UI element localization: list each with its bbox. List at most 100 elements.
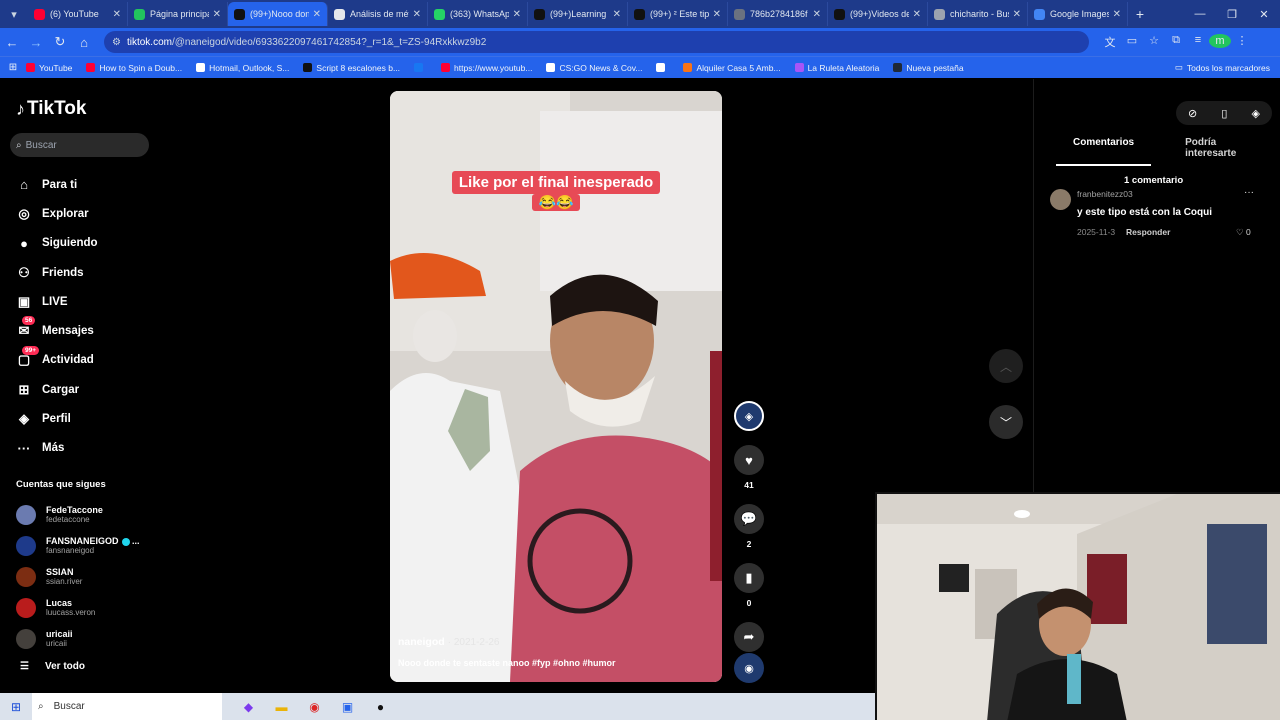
chrome-icon[interactable]: ◉: [298, 693, 331, 720]
tab-close-icon[interactable]: ✕: [913, 9, 921, 20]
forward-button[interactable]: →: [24, 35, 48, 50]
comment-like[interactable]: ♡ 0: [1236, 227, 1251, 238]
bookmark-star-icon[interactable]: ☆: [1143, 34, 1165, 50]
coin-icon[interactable]: ⊘: [1188, 107, 1197, 120]
tab-comments[interactable]: Comentarios: [1056, 137, 1152, 166]
nav-item-live[interactable]: ▣ LIVE: [15, 287, 165, 316]
search-input[interactable]: ⌕ Buscar: [10, 133, 149, 157]
browser-tab[interactable]: chicharito - Buscar ✕: [928, 2, 1028, 26]
video-player[interactable]: Like por el final inesperado 😂😂 naneigod…: [390, 91, 722, 682]
translate-icon[interactable]: 文: [1099, 34, 1121, 50]
like-action[interactable]: ♥ 41: [734, 445, 764, 490]
bookmark-item[interactable]: [656, 63, 669, 73]
home-button[interactable]: ⌂: [72, 35, 96, 50]
tab-close-icon[interactable]: ✕: [713, 9, 721, 20]
nav-item-actividad[interactable]: ▢ Actividad 99+: [15, 345, 165, 375]
browser-tab[interactable]: (6) YouTube ✕: [28, 2, 128, 26]
browser-menu-icon[interactable]: ⋮: [1231, 34, 1253, 50]
tab-close-icon[interactable]: ✕: [313, 9, 321, 20]
author-avatar[interactable]: ◈: [734, 401, 764, 431]
nav-item-mensajes[interactable]: ✉ Mensajes 56: [15, 316, 165, 345]
profile-avatar[interactable]: m: [1209, 34, 1231, 50]
extensions-icon[interactable]: ⧉: [1165, 34, 1187, 50]
photos-icon[interactable]: ▣: [331, 693, 364, 720]
more-options-icon[interactable]: ···: [1244, 187, 1254, 198]
tab-close-icon[interactable]: ✕: [1013, 9, 1021, 20]
bookmark-icon[interactable]: ▮: [734, 563, 764, 593]
nav-item-perfil[interactable]: ◈ Perfil: [15, 404, 165, 433]
bookmark-item[interactable]: Hotmail, Outlook, S...: [196, 63, 289, 73]
nav-item-cargar[interactable]: ⊞ Cargar: [15, 375, 165, 404]
browser-tab[interactable]: (99+)Learning ✕: [528, 2, 628, 26]
bookmark-item[interactable]: Alquiler Casa 5 Amb...: [683, 63, 781, 73]
heart-icon[interactable]: ♥: [734, 445, 764, 475]
obs-icon[interactable]: ●: [364, 693, 397, 720]
browser-tab[interactable]: (99+)Nooo donde ✕: [228, 2, 328, 26]
start-button[interactable]: ⊞: [0, 700, 32, 714]
close-window-button[interactable]: ✕: [1248, 8, 1280, 21]
nav-item-siguiendo[interactable]: ● Siguiendo: [15, 229, 165, 258]
back-button[interactable]: ←: [0, 35, 24, 50]
video-author[interactable]: naneigod: [398, 636, 445, 648]
tab-related[interactable]: Podría interesarte: [1185, 137, 1247, 166]
device-icon[interactable]: ▯: [1221, 107, 1227, 120]
apps-grid-icon[interactable]: ⊞: [0, 62, 26, 73]
followed-account[interactable]: SSIAN ssian.river: [16, 561, 166, 592]
bookmark-item[interactable]: [414, 63, 427, 73]
tab-close-icon[interactable]: ✕: [1113, 9, 1121, 20]
media-icon[interactable]: ≡: [1187, 34, 1209, 50]
reply-button[interactable]: Responder: [1126, 227, 1170, 237]
followed-account[interactable]: FedeTaccone fedetaccone: [16, 499, 166, 530]
all-bookmarks[interactable]: ▭ Todos los marcadores: [1175, 62, 1270, 73]
browser-tab[interactable]: (99+)Videos de ✕: [828, 2, 928, 26]
browser-tab[interactable]: 786b2784186f ✕: [728, 2, 828, 26]
browser-tab[interactable]: Página principal ✕: [128, 2, 228, 26]
bookmark-item[interactable]: Nueva pestaña: [893, 63, 964, 73]
taskbar-search[interactable]: ⌕ Buscar: [32, 693, 222, 720]
followed-account[interactable]: FANSNANEIGOD ... fansnaneigod: [16, 530, 166, 561]
bookmark-item[interactable]: La Ruleta Aleatoria: [794, 63, 879, 73]
commenter-avatar[interactable]: [1050, 189, 1071, 210]
followed-account[interactable]: uricaii uricaii: [16, 623, 166, 654]
see-all-link[interactable]: ☰ Ver todo: [20, 661, 85, 672]
user-avatar[interactable]: ◈: [1251, 107, 1259, 120]
tab-close-icon[interactable]: ✕: [413, 9, 421, 20]
bookmark-item[interactable]: How to Spin a Doub...: [86, 63, 182, 73]
bookmark-item[interactable]: Script 8 escalones b...: [303, 63, 400, 73]
minimize-button[interactable]: —: [1184, 8, 1216, 21]
comment-action[interactable]: 💬 2: [734, 504, 764, 549]
site-info-icon[interactable]: ⚙: [112, 37, 121, 48]
browser-tab[interactable]: (363) WhatsApp ✕: [428, 2, 528, 26]
url-bar[interactable]: ⚙ tiktok.com/@naneigod/video/69336220974…: [104, 31, 1089, 53]
browser-tab[interactable]: Análisis de métricas ✕: [328, 2, 428, 26]
tab-close-icon[interactable]: ✕: [113, 9, 121, 20]
tab-close-icon[interactable]: ✕: [813, 9, 821, 20]
comment-icon[interactable]: 💬: [734, 504, 764, 534]
bookmark-item[interactable]: https://www.youtub...: [441, 63, 532, 73]
new-tab-button[interactable]: +: [1128, 6, 1152, 22]
save-action[interactable]: ▮ 0: [734, 563, 764, 608]
next-video-button[interactable]: ﹀: [989, 405, 1023, 439]
commenter-name[interactable]: franbenitezz03: [1077, 189, 1133, 199]
followed-account[interactable]: Lucas luucass.veron: [16, 592, 166, 623]
browser-tab[interactable]: Google Images ✕: [1028, 2, 1128, 26]
nav-item-friends[interactable]: ⚇ Friends: [15, 258, 165, 287]
reload-button[interactable]: ↻: [48, 34, 72, 50]
tab-close-icon[interactable]: ✕: [613, 9, 621, 20]
bookmark-item[interactable]: YouTube: [26, 63, 72, 73]
browser-tab[interactable]: (99+) ² Este tipo ✕: [628, 2, 728, 26]
restore-button[interactable]: ❐: [1216, 8, 1248, 21]
tab-close-icon[interactable]: ✕: [213, 9, 221, 20]
copilot-icon[interactable]: ◆: [232, 693, 265, 720]
tiktok-logo[interactable]: ♪ TikTok: [16, 98, 86, 120]
tab-close-icon[interactable]: ✕: [513, 9, 521, 20]
nav-item-explorar[interactable]: ◎ Explorar: [15, 199, 165, 228]
tab-search-menu[interactable]: ▾: [0, 0, 28, 28]
share-icon[interactable]: ➦: [734, 622, 764, 652]
music-disc[interactable]: ◉: [734, 653, 764, 683]
previous-video-button[interactable]: ︿: [989, 349, 1023, 383]
nav-item-mas[interactable]: ··· Más: [15, 434, 165, 463]
file-explorer-icon[interactable]: ▬: [265, 693, 298, 720]
cast-icon[interactable]: ▭: [1121, 34, 1143, 50]
bookmark-item[interactable]: CS:GO News & Cov...: [546, 63, 642, 73]
